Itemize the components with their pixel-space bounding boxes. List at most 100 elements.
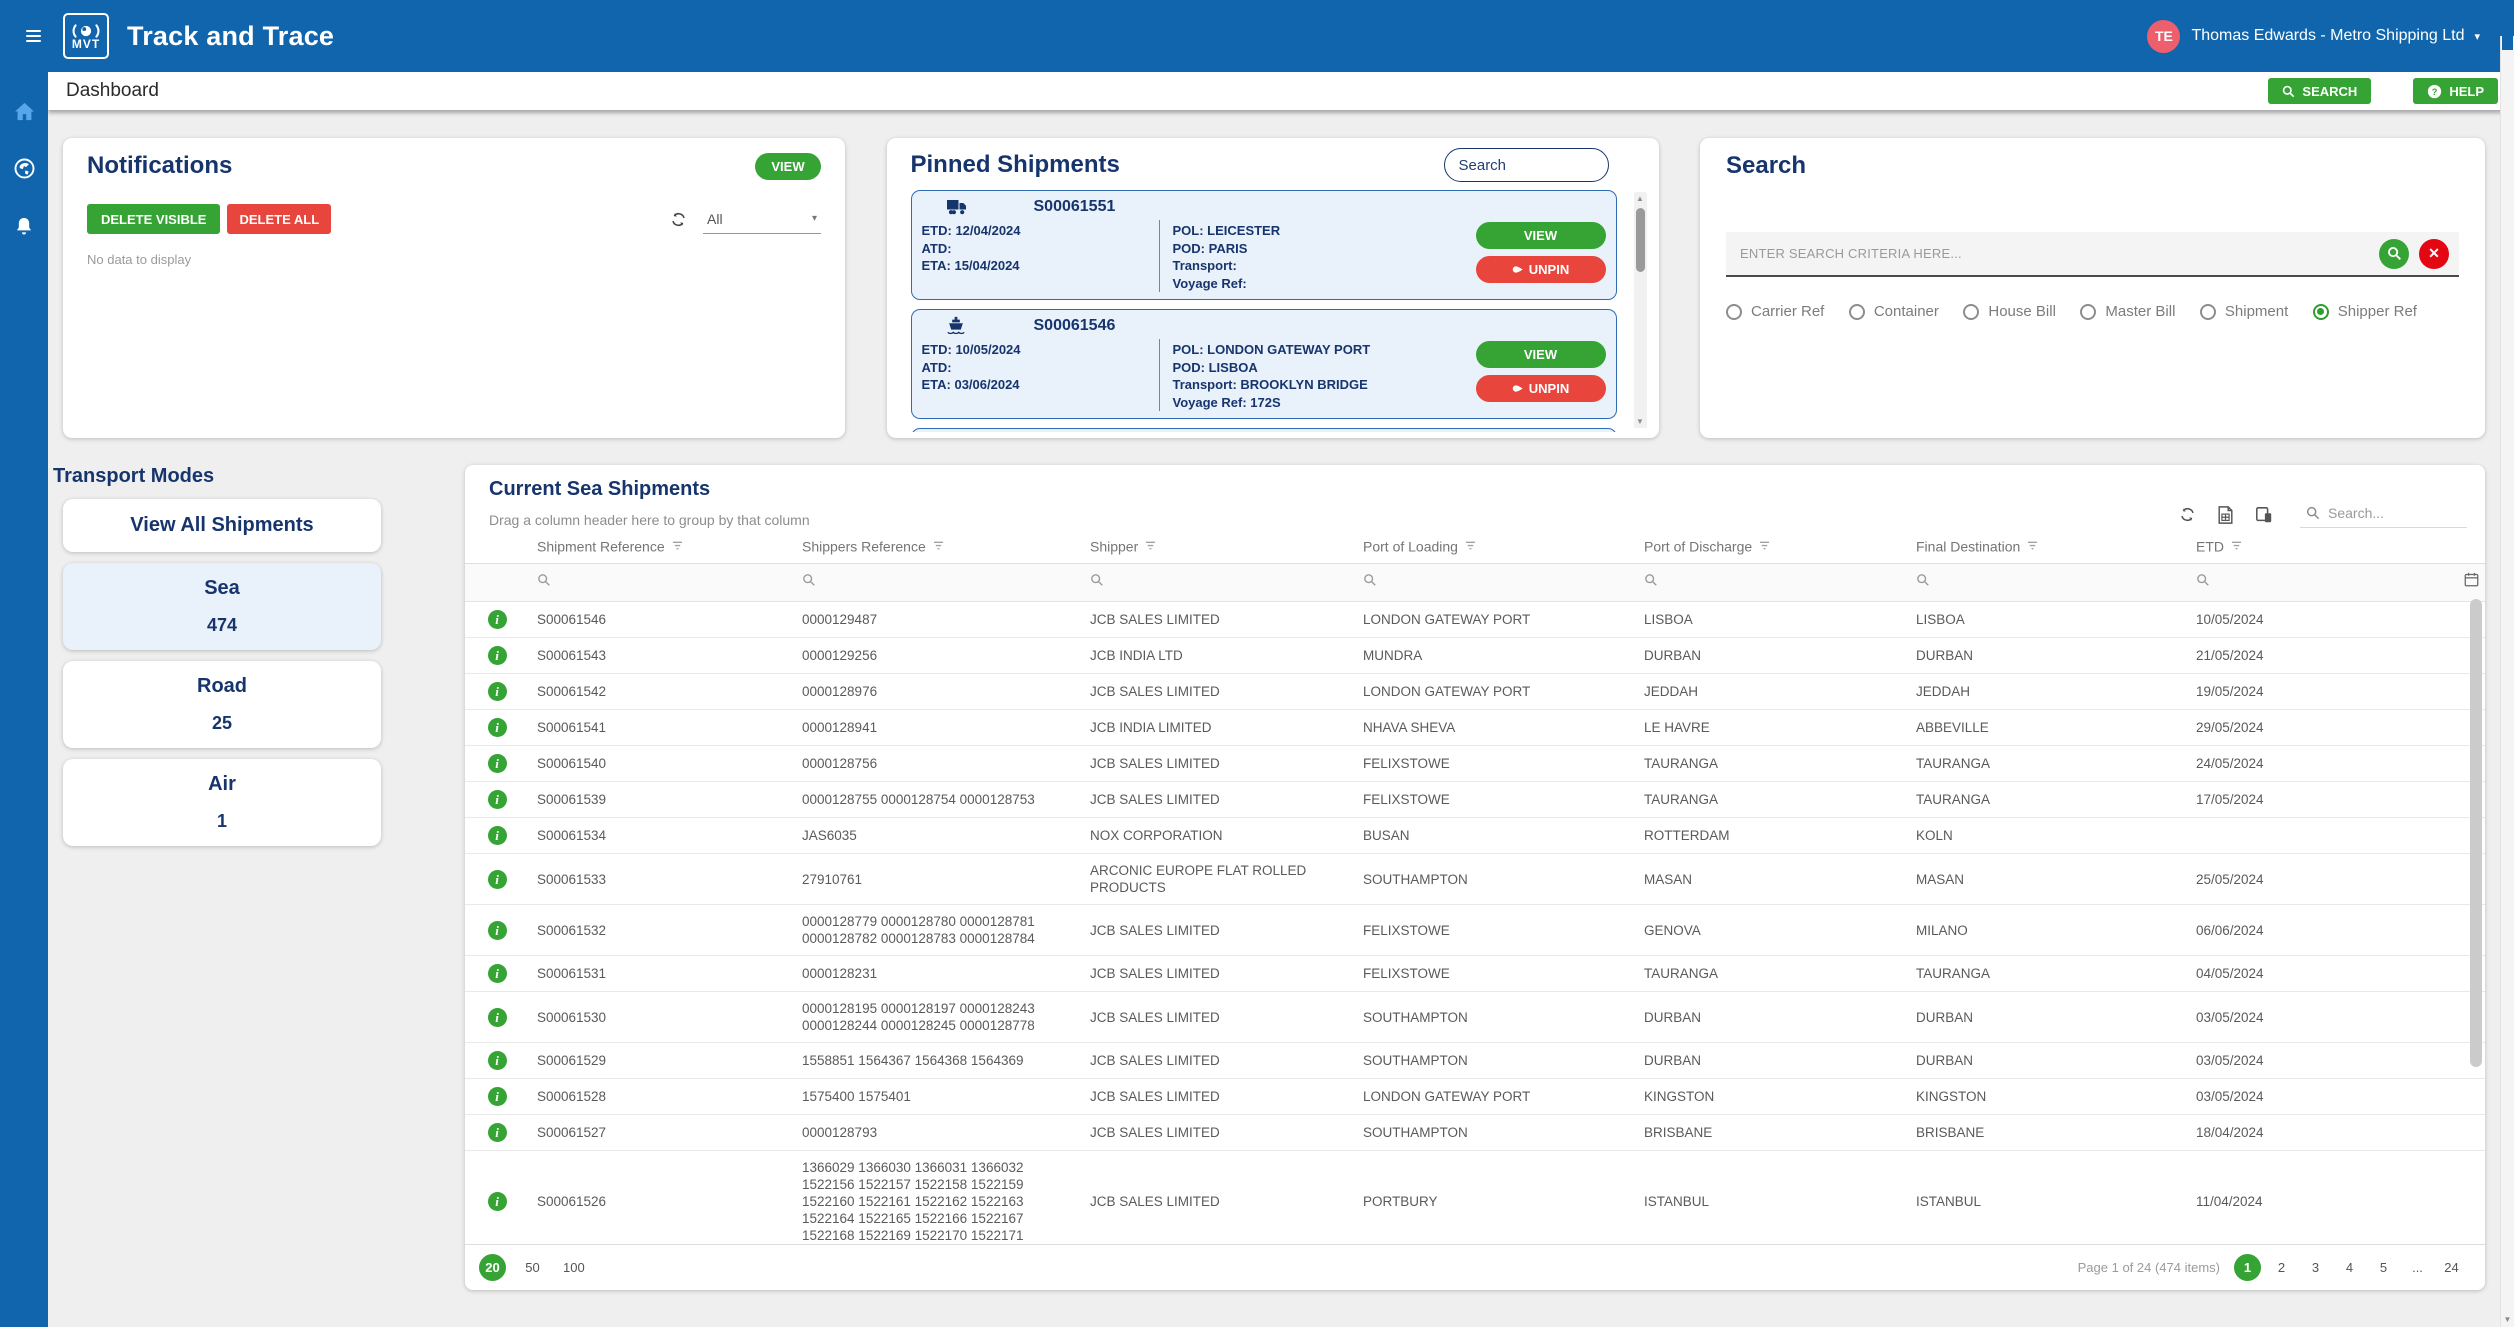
search-type-radio[interactable]: Carrier Ref [1726,303,1824,320]
hamburger-menu-icon[interactable] [26,30,41,42]
row-info-icon[interactable]: i [488,718,507,737]
filter-icon[interactable] [933,541,944,551]
table-row[interactable]: i S00061533 27910761 ARCONIC EUROPE FLAT… [465,854,2485,905]
row-info-icon[interactable]: i [488,964,507,983]
filter-icon[interactable] [1759,541,1770,551]
notifications-filter-dropdown[interactable]: All ▾ [703,204,821,234]
filter-icon[interactable] [1465,541,1476,551]
pinned-view-button[interactable]: VIEW [1476,341,1606,368]
table-row[interactable]: i S00061534 JAS6035 NOX CORPORATION BUSA… [465,818,2485,854]
search-go-button[interactable] [2379,239,2409,269]
delete-all-button[interactable]: DELETE ALL [227,204,331,234]
notifications-view-button[interactable]: VIEW [755,153,821,180]
filter-icon[interactable] [1145,541,1156,551]
filter-icon[interactable] [2027,541,2038,551]
filter-icon[interactable] [672,541,683,551]
table-row[interactable]: i S00061529 1558851 1564367 1564368 1564… [465,1043,2485,1079]
table-row[interactable]: i S00061531 0000128231 JCB SALES LIMITED… [465,956,2485,992]
scrollbar-thumb[interactable] [1636,208,1645,272]
pinned-view-button[interactable]: VIEW [1476,222,1606,249]
search-criteria-input[interactable] [1740,246,2379,261]
table-search-input[interactable] [2328,505,2448,521]
row-info-icon[interactable]: i [488,610,507,629]
column-header-shipper[interactable]: Shipper [1082,527,1355,564]
scroll-up-icon[interactable]: ▲ [1634,194,1647,203]
filter-cell-final-destination[interactable] [1908,564,2188,602]
filter-cell-shipper[interactable] [1082,564,1355,602]
filter-icon[interactable] [2231,541,2242,551]
table-row[interactable]: i S00061543 0000129256 JCB INDIA LTD MUN… [465,638,2485,674]
pinned-unpin-button[interactable]: UNPIN [1476,256,1606,283]
row-info-icon[interactable]: i [488,826,507,845]
transport-mode-card[interactable]: Air 1 [63,759,381,846]
column-header-final-destination[interactable]: Final Destination [1908,527,2188,564]
row-info-icon[interactable]: i [488,754,507,773]
pinned-search-input[interactable] [1444,148,1609,182]
row-info-icon[interactable]: i [488,1008,507,1027]
globe-icon[interactable] [13,157,36,180]
table-row[interactable]: i S00061530 0000128195 0000128197 000012… [465,992,2485,1043]
pinned-unpin-button[interactable]: UNPIN [1476,375,1606,402]
scroll-down-icon[interactable]: ▼ [1634,417,1647,426]
filter-cell-port-of-discharge[interactable] [1636,564,1908,602]
page-number-button[interactable]: 4 [2336,1254,2363,1281]
page-scrollbar[interactable]: ▼ [2500,36,2514,1327]
page-number-button[interactable]: 3 [2302,1254,2329,1281]
row-info-icon[interactable]: i [488,1192,507,1211]
table-row[interactable]: i S00061542 0000128976 JCB SALES LIMITED… [465,674,2485,710]
scroll-down-icon[interactable]: ▼ [2501,1315,2514,1324]
pinned-scrollbar[interactable]: ▲ ▼ [1634,192,1647,428]
row-info-icon[interactable]: i [488,682,507,701]
table-row[interactable]: i S00061541 0000128941 JCB INDIA LIMITED… [465,710,2485,746]
export-excel-icon[interactable] [2217,506,2234,524]
column-header-shippers-reference[interactable]: Shippers Reference [794,527,1082,564]
help-button[interactable]: ? HELP [2413,78,2498,104]
column-header-etd[interactable]: ETD [2188,527,2485,564]
row-info-icon[interactable]: i [488,790,507,809]
search-type-radio[interactable]: House Bill [1963,303,2056,320]
filter-cell-shipment-reference[interactable] [529,564,794,602]
scrollbar-thumb[interactable] [2470,599,2482,1067]
filter-cell-etd[interactable] [2188,564,2485,602]
row-info-icon[interactable]: i [488,646,507,665]
table-row[interactable]: i S00061527 0000128793 JCB SALES LIMITED… [465,1115,2485,1151]
search-button[interactable]: SEARCH [2268,78,2371,104]
page-number-button[interactable]: 5 [2370,1254,2397,1281]
delete-visible-button[interactable]: DELETE VISIBLE [87,204,220,234]
refresh-icon[interactable] [670,211,687,228]
refresh-icon[interactable] [2179,506,2196,523]
row-info-icon[interactable]: i [488,1087,507,1106]
page-number-button[interactable]: 24 [2438,1254,2465,1281]
table-scrollbar[interactable] [2470,599,2482,1240]
view-all-shipments-card[interactable]: View All Shipments [63,499,381,552]
row-info-icon[interactable]: i [488,921,507,940]
search-type-radio[interactable]: Shipment [2200,303,2288,320]
page-number-button[interactable]: 1 [2234,1254,2261,1281]
page-size-option[interactable]: 50 [519,1254,546,1281]
table-row[interactable]: i S00061532 0000128779 0000128780 000012… [465,905,2485,956]
column-chooser-icon[interactable] [2255,506,2273,524]
column-header-shipment-reference[interactable]: Shipment Reference [529,527,794,564]
search-type-radio[interactable]: Container [1849,303,1939,320]
page-number-button[interactable]: 2 [2268,1254,2295,1281]
calendar-icon[interactable] [2464,572,2479,592]
transport-mode-card[interactable]: Road 25 [63,661,381,748]
user-name[interactable]: Thomas Edwards - Metro Shipping Ltd [2191,27,2464,45]
row-info-icon[interactable]: i [488,1051,507,1070]
filter-cell-shippers-reference[interactable] [794,564,1082,602]
search-type-radio[interactable]: Shipper Ref [2313,303,2417,320]
table-row[interactable]: i S00061526 1366029 1366030 1366031 1366… [465,1151,2485,1244]
table-row[interactable]: i S00061528 1575400 1575401 JCB SALES LI… [465,1079,2485,1115]
table-row[interactable]: i S00061539 0000128755 0000128754 000012… [465,782,2485,818]
row-info-icon[interactable]: i [488,1123,507,1142]
bell-icon[interactable] [14,216,34,238]
search-clear-button[interactable]: ✕ [2419,239,2449,269]
row-info-icon[interactable]: i [488,870,507,889]
home-icon[interactable] [14,102,35,121]
user-avatar[interactable]: TE [2147,20,2180,53]
column-header-port-of-discharge[interactable]: Port of Discharge [1636,527,1908,564]
transport-mode-card[interactable]: Sea 474 [63,563,381,650]
scrollbar-thumb[interactable] [2502,36,2513,50]
table-row[interactable]: i S00061540 0000128756 JCB SALES LIMITED… [465,746,2485,782]
table-row[interactable]: i S00061546 0000129487 JCB SALES LIMITED… [465,602,2485,638]
